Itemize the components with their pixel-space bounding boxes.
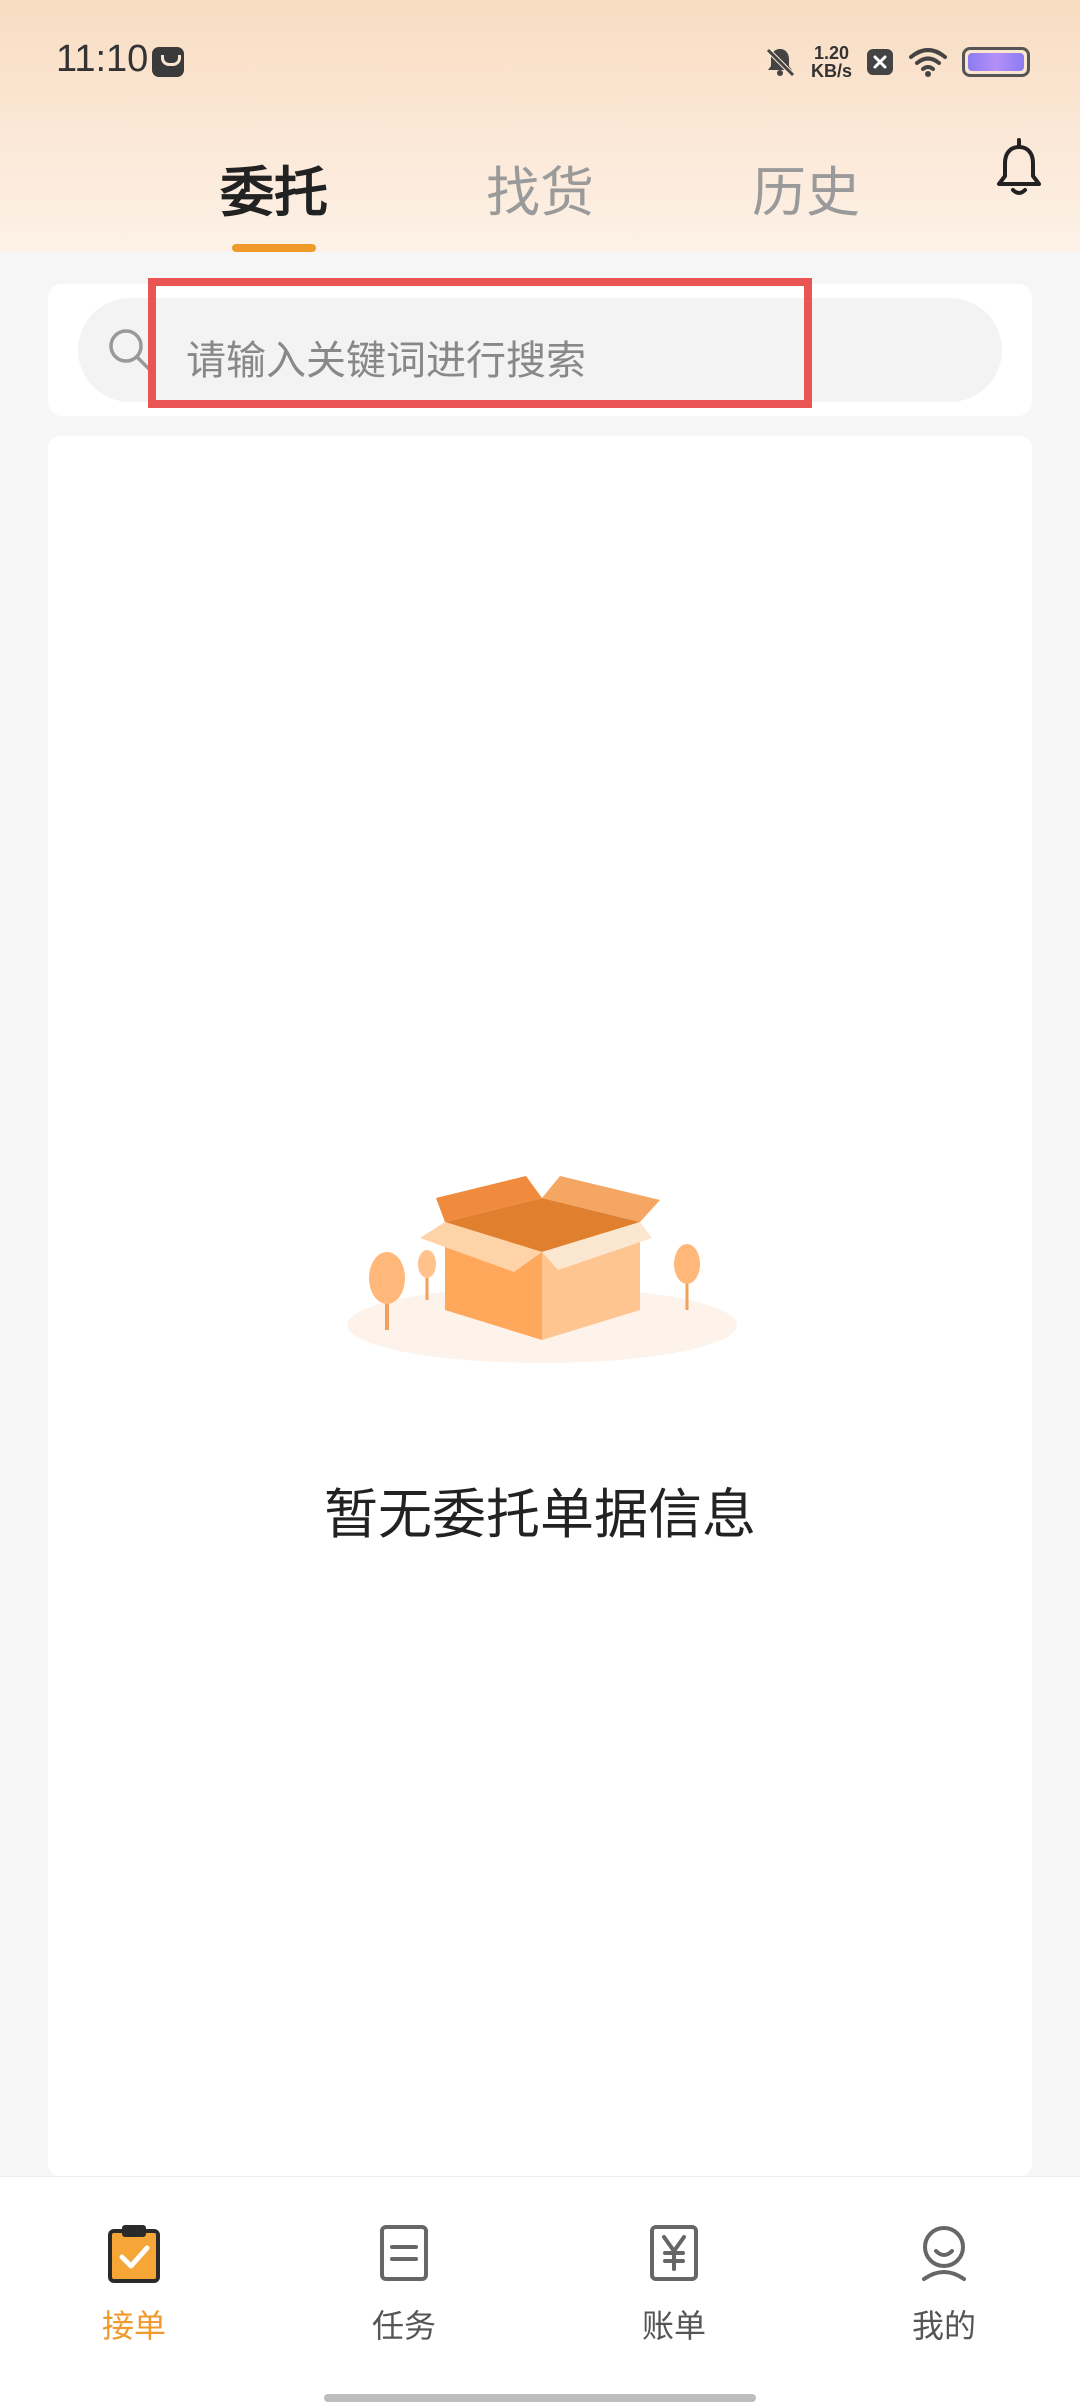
app-notification-icon (152, 47, 184, 77)
mute-bell-icon (766, 48, 795, 77)
nav-label: 任务 (371, 2307, 436, 2345)
empty-state-message: 暂无委托单据信息 (324, 1483, 756, 1546)
clipboard-check-icon (108, 2225, 160, 2283)
search-highlight-box (148, 278, 812, 408)
nav-item-tasks[interactable]: 任务 (304, 2221, 504, 2347)
active-tab-indicator (232, 244, 316, 252)
yuan-bill-icon (650, 2225, 698, 2281)
tab-find-goods[interactable]: 找货 (486, 148, 594, 227)
tab-entrust[interactable]: 委托 (220, 148, 328, 227)
tab-history[interactable]: 历史 (752, 148, 860, 227)
battery-icon (962, 47, 1030, 77)
nav-item-accept-orders[interactable]: 接单 (34, 2221, 234, 2347)
nav-item-mine[interactable]: 我的 (844, 2221, 1044, 2347)
close-badge-icon (867, 49, 893, 75)
search-icon (109, 329, 151, 371)
top-tabs: 委托 找货 历史 (0, 126, 1080, 252)
home-indicator[interactable] (324, 2394, 756, 2402)
battery-level (968, 53, 1024, 71)
list-document-icon (380, 2225, 428, 2281)
network-speed-value: 1.20 (813, 43, 850, 63)
wifi-icon (909, 48, 947, 77)
nav-label: 我的 (911, 2307, 976, 2345)
bottom-navigation: 接单 任务 账单 我的 (0, 2176, 1080, 2408)
open-box-illustration (347, 1176, 737, 1363)
nav-item-bills[interactable]: 账单 (574, 2221, 774, 2347)
notification-bell-icon[interactable] (994, 138, 1044, 198)
status-time: 11:10 (56, 38, 149, 80)
nav-label: 账单 (641, 2307, 706, 2345)
status-icons: 1.20 KB/s (763, 40, 1030, 84)
nav-label: 接单 (101, 2307, 166, 2345)
user-profile-icon (922, 2226, 966, 2281)
network-speed: 1.20 KB/s (811, 44, 852, 80)
network-speed-unit: KB/s (810, 61, 852, 81)
status-bar: 11:10 1.20 KB/s (0, 0, 1080, 126)
